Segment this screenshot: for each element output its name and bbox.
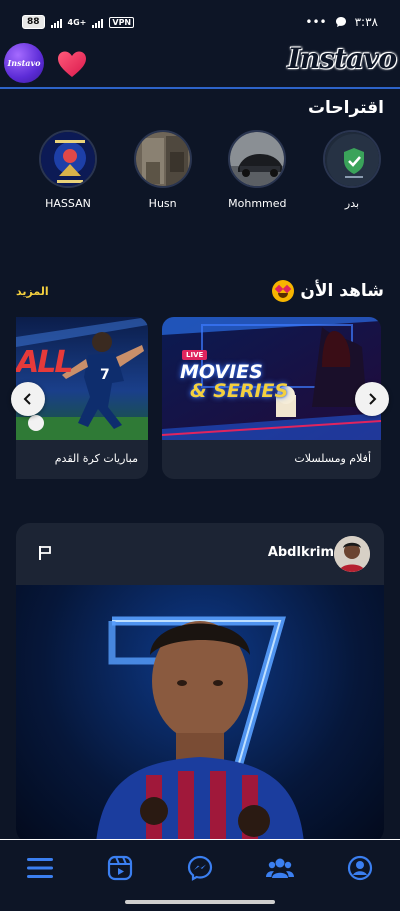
suggestions-list: بدر Mohmmed Husn HASSAN: [30, 130, 390, 210]
network-type: 4G+: [67, 17, 87, 27]
menu-icon: [27, 857, 53, 878]
carousel-next-button[interactable]: [355, 382, 389, 416]
app-header: Instavo Instavo: [0, 40, 400, 86]
signal-icon-2: [92, 17, 104, 28]
suggestion-name: بدر: [344, 197, 360, 210]
football-card-image: 7 ALL: [16, 317, 148, 440]
live-badge: LIVE: [182, 350, 208, 360]
suggestion-item[interactable]: HASSAN: [30, 130, 106, 210]
movies-card-image: LIVE MOVIES & SERIES: [162, 317, 381, 440]
movies-card-label: أفلام ومسلسلات: [294, 452, 371, 465]
svg-text:7: 7: [100, 367, 110, 383]
suggestion-avatar[interactable]: [39, 130, 97, 188]
brand-avatar[interactable]: Instavo: [4, 43, 44, 83]
suggestion-item[interactable]: Husn: [125, 130, 201, 210]
signal-icon: [50, 17, 62, 28]
post-username[interactable]: Abdlkrim: [268, 545, 334, 560]
movies-card[interactable]: LIVE MOVIES & SERIES أفلام ومسلسلات: [162, 317, 381, 479]
profile-icon: [347, 855, 373, 880]
home-indicator[interactable]: [125, 900, 275, 904]
heart-icon[interactable]: [56, 49, 88, 79]
profile-button[interactable]: [340, 848, 380, 888]
app-logo: Instavo: [287, 42, 397, 75]
vpn-icon: VPN: [109, 16, 135, 28]
brand-avatar-text: Instavo: [7, 58, 41, 68]
friends-icon: [266, 858, 294, 878]
suggestion-avatar[interactable]: [228, 130, 287, 188]
suggestion-item[interactable]: Mohmmed: [219, 130, 295, 210]
chevron-right-icon: [369, 393, 377, 405]
reels-button[interactable]: [100, 848, 140, 888]
suggestion-avatar[interactable]: [322, 130, 381, 188]
suggestion-name: Mohmmed: [228, 197, 287, 210]
report-flag-icon[interactable]: [38, 545, 52, 561]
post-avatar[interactable]: [334, 536, 370, 572]
status-right: ••• ٣:٣٨: [305, 15, 378, 29]
header-divider: [0, 87, 400, 89]
bottom-nav: [0, 839, 400, 895]
suggestions-title: اقتراحات: [307, 98, 384, 118]
suggestion-name: HASSAN: [45, 197, 91, 210]
watch-now-title: شاهد الأن: [300, 281, 384, 301]
football-card-label: مباريات كرة القدم: [54, 452, 138, 465]
post-header: Abdlkrim: [16, 523, 384, 585]
more-dots: •••: [305, 15, 327, 29]
battery-icon: 88: [22, 15, 45, 29]
post-card[interactable]: Abdlkrim: [16, 523, 384, 843]
suggestion-avatar[interactable]: [133, 130, 192, 188]
carousel-prev-button[interactable]: [11, 382, 45, 416]
messenger-button[interactable]: [180, 848, 220, 888]
status-left: 88 4G+ VPN: [22, 15, 135, 29]
menu-button[interactable]: [20, 848, 60, 888]
clock: ٣:٣٨: [354, 15, 378, 29]
watch-now-header: شاهد الأن: [272, 280, 384, 302]
reels-icon: [107, 855, 133, 880]
football-card-headline: ALL: [16, 345, 73, 380]
suggestion-item[interactable]: بدر: [314, 130, 390, 210]
suggestion-name: Husn: [148, 197, 177, 210]
friends-button[interactable]: [260, 848, 300, 888]
post-image[interactable]: [16, 585, 384, 843]
star-eyes-emoji-icon: [272, 280, 295, 302]
messenger-icon: [187, 855, 213, 881]
more-link[interactable]: المزيد: [16, 285, 49, 298]
movies-card-headline-2: & SERIES: [190, 380, 289, 402]
chevron-left-icon: [23, 393, 31, 405]
chat-bubble-icon: [335, 17, 346, 27]
status-bar: 88 4G+ VPN ••• ٣:٣٨: [0, 0, 400, 44]
